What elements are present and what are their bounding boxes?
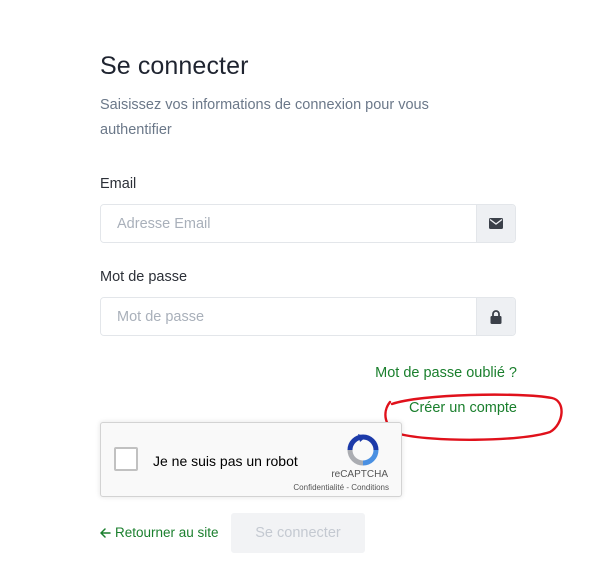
email-input-group	[100, 204, 516, 243]
recaptcha-brand: reCAPTCHA	[331, 469, 388, 480]
back-to-site-label: Retourner au site	[115, 525, 219, 540]
lock-icon	[490, 309, 502, 324]
password-addon	[476, 298, 515, 335]
recaptcha-terms-link[interactable]: Confidentialité - Conditions	[293, 483, 389, 492]
forgot-password-link[interactable]: Mot de passe oublié ?	[375, 365, 517, 381]
email-addon	[476, 205, 515, 242]
password-label: Mot de passe	[100, 269, 188, 285]
recaptcha-checkbox[interactable]	[114, 447, 138, 471]
back-to-site-link[interactable]: Retourner au site	[100, 525, 219, 540]
recaptcha-label: Je ne suis pas un robot	[153, 453, 298, 469]
email-label: Email	[100, 176, 137, 192]
envelope-icon	[489, 218, 503, 229]
password-input[interactable]	[101, 298, 476, 335]
email-input[interactable]	[101, 205, 476, 242]
login-submit-button[interactable]: Se connecter	[231, 513, 365, 553]
recaptcha-logo-icon	[347, 434, 379, 466]
page-subtitle: Saisissez vos informations de connexion …	[100, 97, 429, 138]
arrow-left-icon	[100, 527, 111, 538]
login-page: Se connecter Saisissez vos informations …	[0, 0, 616, 578]
recaptcha-widget: Je ne suis pas un robot reCAPTCHA Confid…	[100, 422, 402, 497]
password-input-group	[100, 297, 516, 336]
red-circle-annotation	[384, 393, 563, 441]
page-title: Se connecter	[100, 52, 249, 80]
